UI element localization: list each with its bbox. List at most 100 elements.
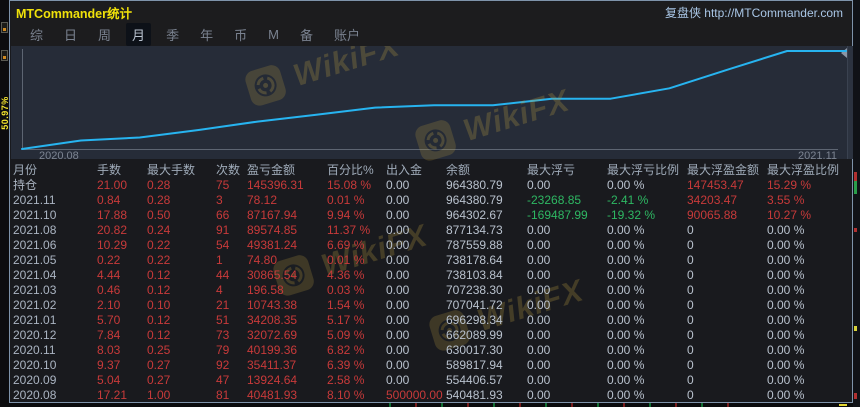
cell: 5.09 % [327,328,365,342]
cell: 0.00 [386,193,410,207]
menu-item-币[interactable]: 币 [228,23,253,46]
row-label: 2021.01 [13,313,57,327]
cell: 0.00 % [767,343,805,357]
table-row: 2021.04 4.44 0.12 44 30865.54 4.36 % 0.00 73810… [13,268,851,283]
cell: 707041.72 [446,298,503,312]
background-candle-mark [854,326,857,331]
cell: 0.01 % [327,253,365,267]
cell: 1.54 % [327,298,365,312]
cell: 0.00 [527,253,551,267]
cell: 145396.31 [247,178,304,192]
balance-line [21,50,847,150]
cell: 0.00 [386,343,410,357]
cell: 0.00 % [607,253,645,267]
cell: 0.00 [527,238,551,252]
cell: 0 [687,223,694,237]
table-row: 2021.01 5.70 0.12 51 34208.35 5.17 % 0.00 69629… [13,313,851,328]
cell: 0.00 % [767,253,805,267]
cell: 0.00 [527,313,551,327]
cell: -19.32 % [607,208,656,222]
cell: 17.88 [97,208,128,222]
row-label: 2021.05 [13,253,57,267]
cell: -23268.85 [527,193,582,207]
cell: 964380.79 [446,193,503,207]
cell: 0.00 % [767,298,805,312]
cell: 49381.24 [247,238,298,252]
background-left-strip: 50.97% [0,0,10,407]
cell: 17.21 [97,388,128,402]
cell: 0.46 [97,283,121,297]
cell: 0.27 [147,358,171,372]
cell: 0.00 % [607,388,645,402]
menu-item-备[interactable]: 备 [294,23,319,46]
menu-item-日[interactable]: 日 [58,23,83,46]
cell: 0.00 % [607,343,645,357]
cell: 0.00 [386,358,410,372]
cell: 0.00 [527,178,551,192]
cell: 6.82 % [327,343,365,357]
cell: 40199.36 [247,343,298,357]
table-row: 2021.08 20.82 0.24 91 89574.85 11.37 % 0.00 877… [13,223,851,238]
background-bottom-strip [9,403,853,407]
cell: 589817.94 [446,358,503,372]
cell: 0.12 [147,283,171,297]
background-candle-mark [854,181,857,194]
cell: 0.00 [527,388,551,402]
screen: 50.97% MTCommander统计 复盘侠 http://MTComman… [0,0,860,407]
background-toolbar-icon [1,22,8,33]
mtcommander-stats-window: MTCommander统计 复盘侠 http://MTCommander.com… [9,0,853,407]
cell: 1 [216,253,223,267]
cell: 44 [216,268,230,282]
cell: 0.00 % [767,373,805,387]
cell: 5.04 [97,373,121,387]
cell: 21 [216,298,230,312]
cell: 0.22 [97,253,121,267]
cell: 0.00 [386,253,410,267]
cell: 79 [216,343,230,357]
cell: 8.10 % [327,388,365,402]
background-right-strip [853,0,860,407]
cell: 0.03 % [327,283,365,297]
cell: 4 [216,283,223,297]
cell: 11.37 % [327,223,371,237]
cell: 0.00 % [607,268,645,282]
cell: 0 [687,253,694,267]
cell: 66 [216,208,230,222]
cell: 0.00 % [607,298,645,312]
cell: 0.10 [147,298,171,312]
cell: 2.58 % [327,373,365,387]
brand-link[interactable]: 复盘侠 http://MTCommander.com [665,4,843,21]
menu-item-月[interactable]: 月 [126,23,152,46]
cell: 73 [216,328,230,342]
monthly-stats-table: 月份 手数 最大手数 次数 盈亏金额 百分比% 出入金 余额 最大浮亏 最大浮亏比例 最大浮盈金额最… [11,159,851,407]
menu-item-年[interactable]: 年 [194,23,219,46]
cell: 0.00 [527,268,551,282]
cell: 0.00 % [607,313,645,327]
menu-item-周[interactable]: 周 [92,23,117,46]
row-label: 2020.10 [13,358,57,372]
menu-item-综[interactable]: 综 [24,23,49,46]
cell: 34208.35 [247,313,298,327]
cell: 20.82 [97,223,128,237]
table-row: 2021.06 10.29 0.22 54 49381.24 6.69 % 0.00 7875… [13,238,851,253]
cell: 47 [216,373,230,387]
table-row: 2021.10 17.88 0.50 66 87167.94 9.94 % 0.00 9643… [13,208,851,223]
cell: 0 [687,283,694,297]
row-label: 持仓 [13,178,38,192]
cell: 147453.47 [687,178,744,192]
cell: 81 [216,388,230,402]
cell: 4.36 % [327,268,365,282]
cell: 30865.54 [247,268,298,282]
cell: 0.28 [147,178,171,192]
cell: 554406.57 [446,373,503,387]
cell: 0 [687,328,694,342]
menu-item-季[interactable]: 季 [160,23,185,46]
menu-item-M[interactable]: M [262,25,285,44]
cell: 1.00 [147,388,171,402]
menu-item-账户[interactable]: 账户 [328,23,366,46]
row-label: 2021.06 [13,238,57,252]
cell: 877134.73 [446,223,503,237]
cell: 6.69 % [327,238,365,252]
cell: 0.00 % [767,328,805,342]
cell: 4.44 [97,268,121,282]
